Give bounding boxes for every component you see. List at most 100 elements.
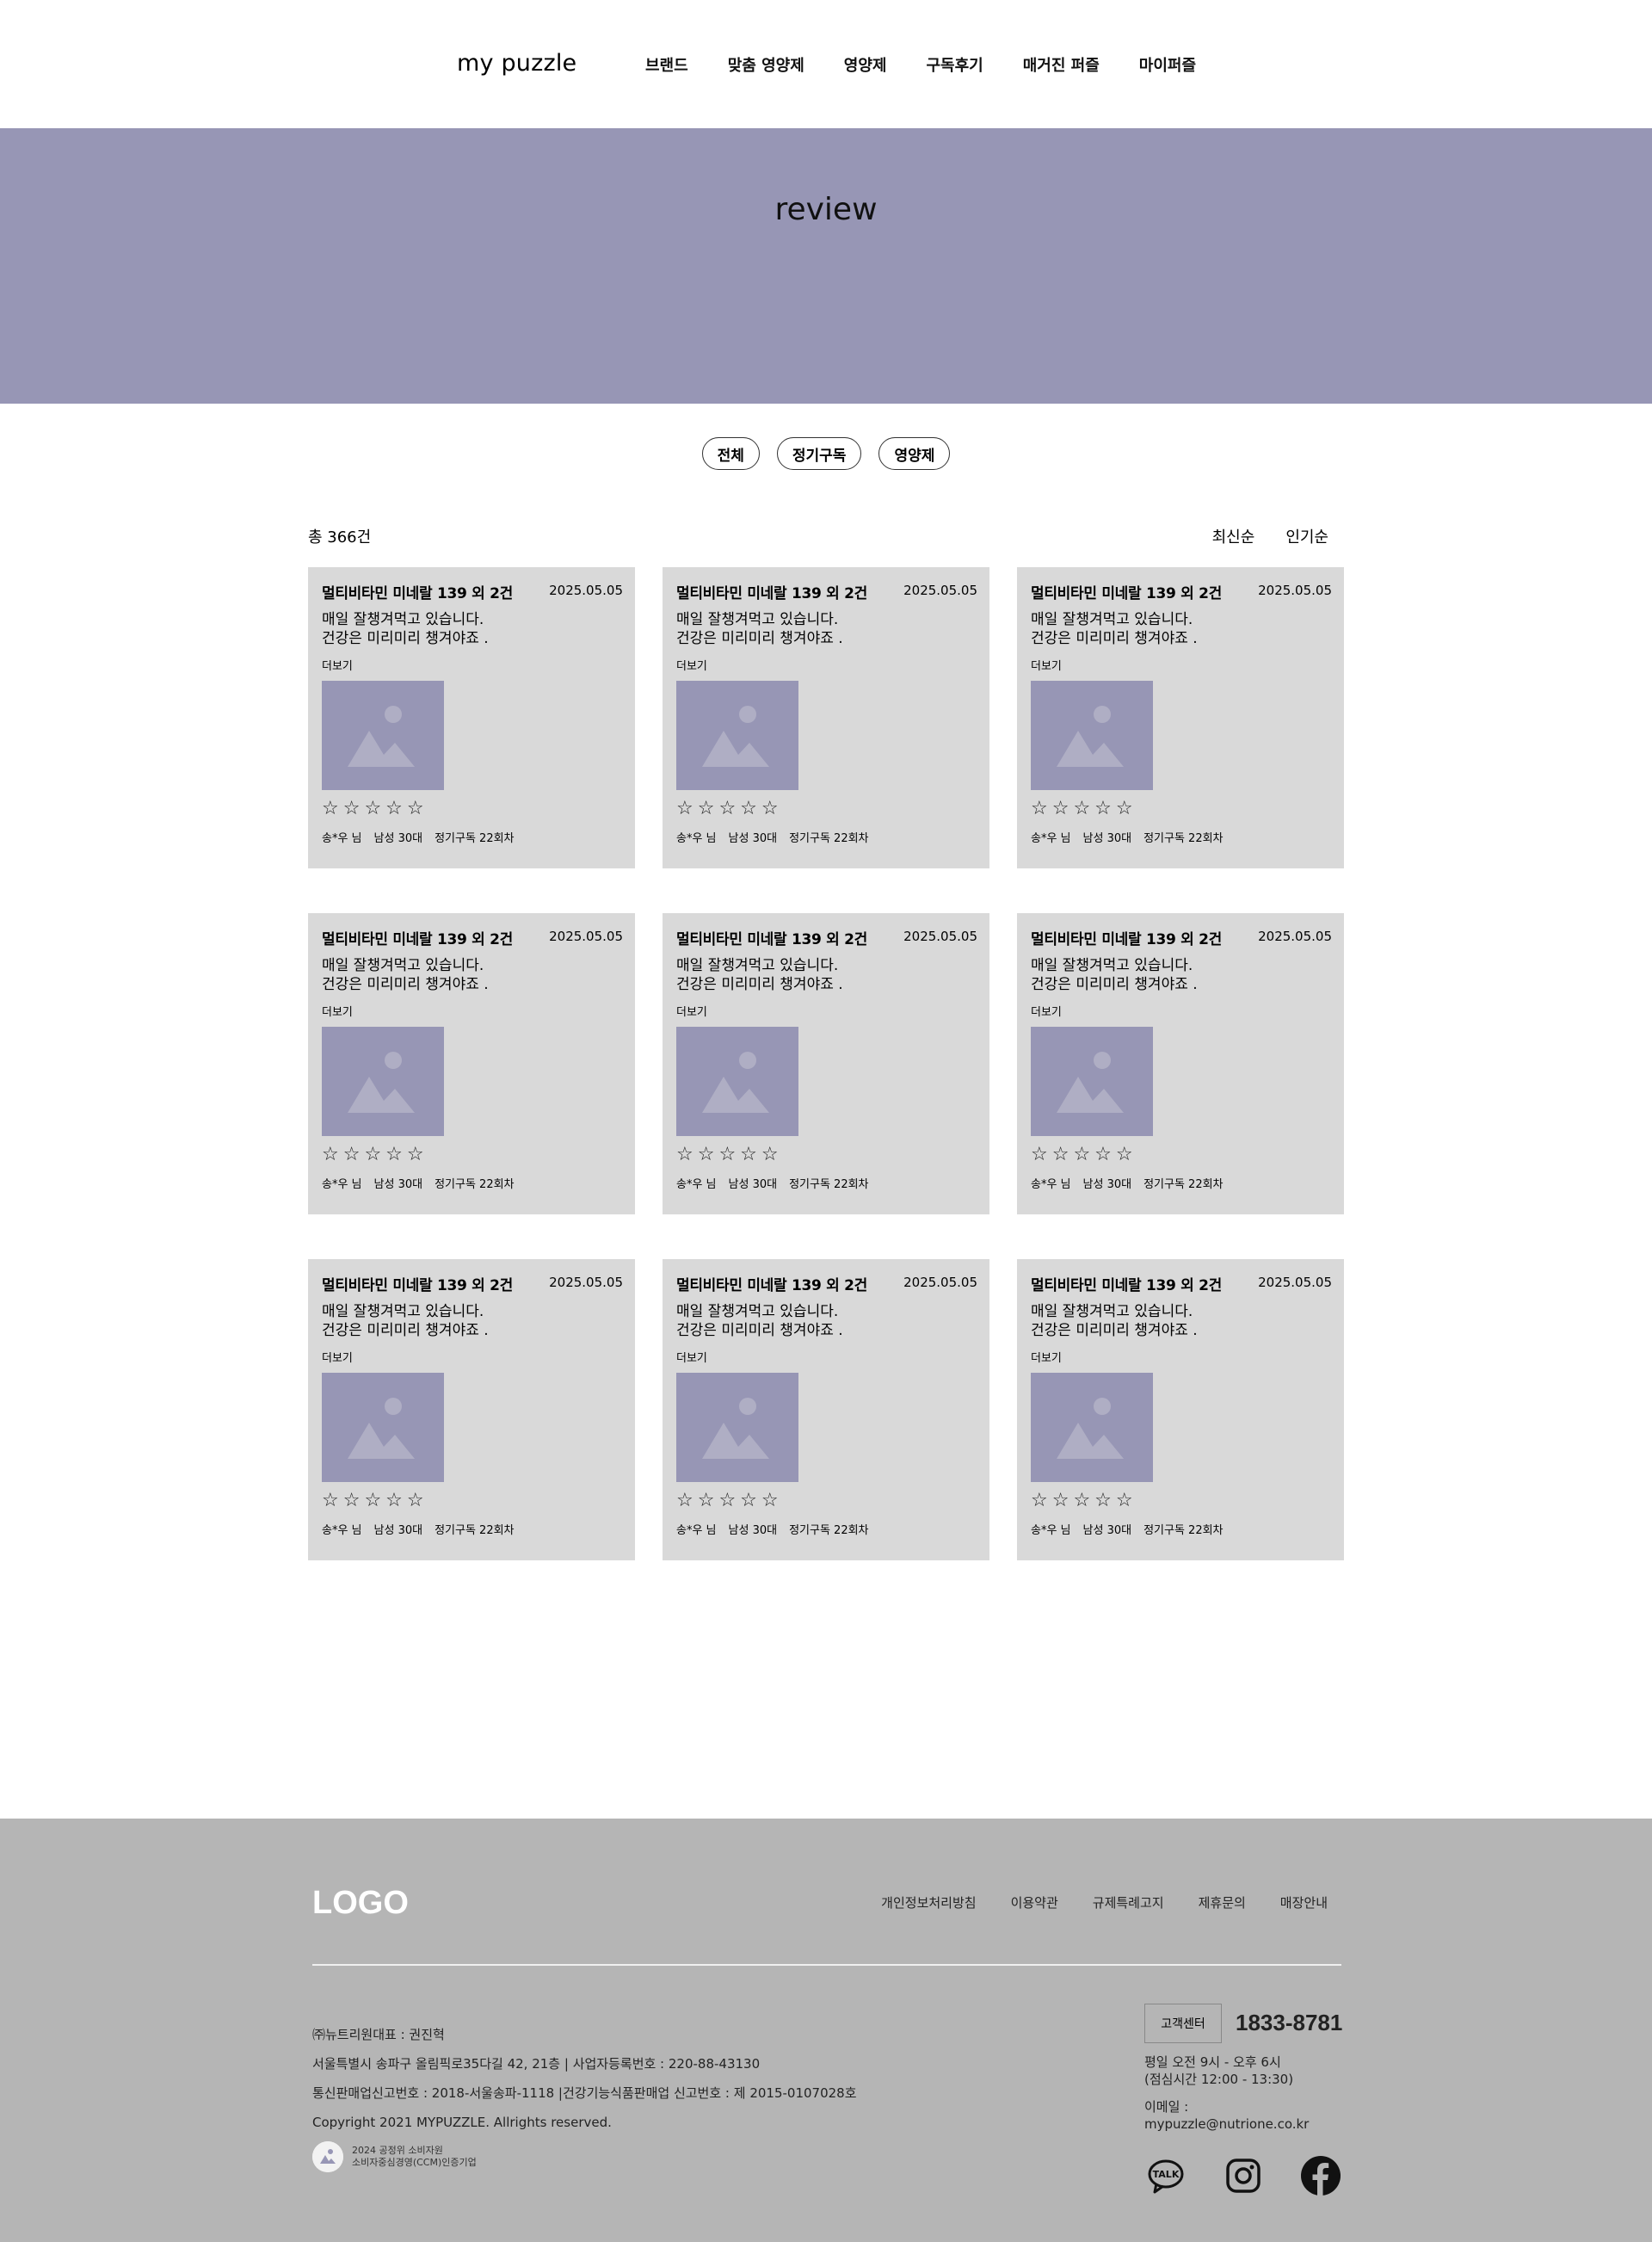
nav-item-brand[interactable]: 브랜드 <box>645 53 688 76</box>
reviewer-name: 송*우 님 <box>676 1524 717 1537</box>
nav-item-my-puzzle[interactable]: 마이퍼즐 <box>1139 53 1196 76</box>
review-card[interactable]: 멀티비타민 미네랄 139 외 2건 2025.05.05 매일 잘챙겨먹고 있… <box>308 567 635 868</box>
filter-subscription-button[interactable]: 정기구독 <box>776 437 862 470</box>
reviewer-name: 송*우 님 <box>1031 1178 1071 1191</box>
subscription-count: 정기구독 22회차 <box>789 832 869 845</box>
review-text: 매일 잘챙겨먹고 있습니다. 건강은 미리미리 챙겨야죠 . <box>676 610 843 648</box>
review-card[interactable]: 멀티비타민 미네랄 139 외 2건 2025.05.05 매일 잘챙겨먹고 있… <box>308 1259 635 1560</box>
company-address: 서울특별시 송파구 올림픽로35다길 42, 21층 | 사업자등록번호 : 2… <box>312 2056 761 2072</box>
review-product-title: 멀티비타민 미네랄 139 외 2건 <box>1031 585 1222 602</box>
filter-all-button[interactable]: 전체 <box>701 437 760 470</box>
review-more-link[interactable]: 더보기 <box>1031 657 1062 673</box>
nav-item-magazine[interactable]: 매거진 퍼즐 <box>1023 53 1100 76</box>
review-image-placeholder-icon[interactable] <box>1031 1373 1153 1482</box>
review-date: 2025.05.05 <box>549 929 623 944</box>
review-text-line: 매일 잘챙겨먹고 있습니다. <box>1031 1303 1193 1320</box>
review-meta: 송*우 님 남성 30대 정기구독 22회차 <box>676 1175 869 1191</box>
review-grid: 멀티비타민 미네랄 139 외 2건 2025.05.05 매일 잘챙겨먹고 있… <box>308 567 1345 1560</box>
review-product-title: 멀티비타민 미네랄 139 외 2건 <box>322 931 513 948</box>
hours-line: 평일 오전 9시 - 오후 6시 <box>1144 2054 1281 2070</box>
site-logo[interactable]: my puzzle <box>457 50 576 77</box>
review-text-line: 매일 잘챙겨먹고 있습니다. <box>322 1303 484 1320</box>
review-more-link[interactable]: 더보기 <box>1031 1003 1062 1019</box>
review-meta: 송*우 님 남성 30대 정기구독 22회차 <box>322 1521 515 1537</box>
kakaotalk-icon[interactable]: TALK <box>1144 2154 1187 2197</box>
review-image-placeholder-icon[interactable] <box>1031 1027 1153 1136</box>
review-more-link[interactable]: 더보기 <box>322 1003 353 1019</box>
rating-stars: ☆☆☆☆☆ <box>322 798 428 819</box>
review-count: 총 366건 <box>308 528 372 547</box>
page-title: review <box>774 192 878 227</box>
review-text: 매일 잘챙겨먹고 있습니다. 건강은 미리미리 챙겨야죠 . <box>322 1302 489 1340</box>
sort-popular-button[interactable]: 인기순 <box>1285 525 1328 547</box>
review-more-link[interactable]: 더보기 <box>676 657 707 673</box>
footer-link-stores[interactable]: 매장안내 <box>1280 1893 1328 1912</box>
review-more-link[interactable]: 더보기 <box>676 1349 707 1365</box>
customer-center-button[interactable]: 고객센터 <box>1144 2004 1222 2043</box>
review-text-line: 매일 잘챙겨먹고 있습니다. <box>1031 957 1193 974</box>
subscription-count: 정기구독 22회차 <box>1143 832 1224 845</box>
ccm-text: 2024 공정위 소비자원 소비자중심경영(CCM)인증기업 <box>352 2145 477 2169</box>
review-text: 매일 잘챙겨먹고 있습니다. 건강은 미리미리 챙겨야죠 . <box>322 956 489 994</box>
filter-supplement-button[interactable]: 영양제 <box>878 437 951 470</box>
review-meta: 송*우 님 남성 30대 정기구독 22회차 <box>322 829 515 845</box>
ccm-line: 소비자중심경영(CCM)인증기업 <box>352 2157 477 2168</box>
review-card[interactable]: 멀티비타민 미네랄 139 외 2건 2025.05.05 매일 잘챙겨먹고 있… <box>1017 1259 1344 1560</box>
subscription-count: 정기구독 22회차 <box>435 1178 515 1191</box>
review-meta: 송*우 님 남성 30대 정기구독 22회차 <box>676 1521 869 1537</box>
footer-link-partnership[interactable]: 제휴문의 <box>1199 1893 1246 1912</box>
review-more-link[interactable]: 더보기 <box>322 657 353 673</box>
sort-options: 최신순 인기순 <box>1212 525 1328 547</box>
review-text-line: 건강은 미리미리 챙겨야죠 . <box>676 976 843 993</box>
review-image-placeholder-icon[interactable] <box>1031 681 1153 790</box>
review-image-placeholder-icon[interactable] <box>676 1373 798 1482</box>
review-card[interactable]: 멀티비타민 미네랄 139 외 2건 2025.05.05 매일 잘챙겨먹고 있… <box>1017 567 1344 868</box>
footer-link-regulation[interactable]: 규제특례고지 <box>1093 1893 1164 1912</box>
review-text: 매일 잘챙겨먹고 있습니다. 건강은 미리미리 챙겨야죠 . <box>1031 1302 1198 1340</box>
footer-link-terms[interactable]: 이용약관 <box>1011 1893 1058 1912</box>
review-text-line: 매일 잘챙겨먹고 있습니다. <box>1031 611 1193 628</box>
review-text-line: 건강은 미리미리 챙겨야죠 . <box>322 630 489 647</box>
email-address[interactable]: mypuzzle@nutrione.co.kr <box>1144 2115 1309 2133</box>
sort-latest-button[interactable]: 최신순 <box>1212 525 1255 547</box>
review-card[interactable]: 멀티비타민 미네랄 139 외 2건 2025.05.05 매일 잘챙겨먹고 있… <box>663 1259 989 1560</box>
reviewer-profile: 남성 30대 <box>1082 1524 1132 1537</box>
ccm-badge-icon <box>312 2141 343 2172</box>
review-text-line: 매일 잘챙겨먹고 있습니다. <box>322 957 484 974</box>
review-date: 2025.05.05 <box>549 1275 623 1290</box>
rating-stars: ☆☆☆☆☆ <box>1031 798 1137 819</box>
rating-stars: ☆☆☆☆☆ <box>1031 1144 1137 1165</box>
review-more-link[interactable]: 더보기 <box>322 1349 353 1365</box>
review-text-line: 매일 잘챙겨먹고 있습니다. <box>676 611 839 628</box>
instagram-icon[interactable] <box>1222 2154 1265 2197</box>
review-image-placeholder-icon[interactable] <box>322 681 444 790</box>
review-image-placeholder-icon[interactable] <box>676 1027 798 1136</box>
review-more-link[interactable]: 더보기 <box>676 1003 707 1019</box>
review-text-line: 건강은 미리미리 챙겨야죠 . <box>676 630 843 647</box>
footer-link-privacy[interactable]: 개인정보처리방침 <box>881 1893 976 1912</box>
review-more-link[interactable]: 더보기 <box>1031 1349 1062 1365</box>
review-image-placeholder-icon[interactable] <box>322 1027 444 1136</box>
site-footer: LOGO 개인정보처리방침 이용약관 규제특례고지 제휴문의 매장안내 ㈜뉴트리… <box>0 1819 1652 2242</box>
nav-item-reviews[interactable]: 구독후기 <box>926 53 983 76</box>
reviewer-profile: 남성 30대 <box>1082 832 1132 845</box>
nav-item-custom-supplement[interactable]: 맞춤 영양제 <box>728 53 804 76</box>
review-card[interactable]: 멀티비타민 미네랄 139 외 2건 2025.05.05 매일 잘챙겨먹고 있… <box>663 567 989 868</box>
email-label: 이메일 : <box>1144 2099 1189 2115</box>
review-card[interactable]: 멀티비타민 미네랄 139 외 2건 2025.05.05 매일 잘챙겨먹고 있… <box>663 913 989 1214</box>
review-image-placeholder-icon[interactable] <box>322 1373 444 1482</box>
review-card[interactable]: 멀티비타민 미네랄 139 외 2건 2025.05.05 매일 잘챙겨먹고 있… <box>308 913 635 1214</box>
facebook-icon[interactable] <box>1299 2154 1342 2197</box>
footer-logo[interactable]: LOGO <box>312 1885 409 1922</box>
company-license: 통신판매업신고번호 : 2018-서울송파-1118 |건강기능식품판매업 신고… <box>312 2085 857 2101</box>
reviewer-profile: 남성 30대 <box>728 832 778 845</box>
review-card[interactable]: 멀티비타민 미네랄 139 외 2건 2025.05.05 매일 잘챙겨먹고 있… <box>1017 913 1344 1214</box>
reviewer-profile: 남성 30대 <box>728 1178 778 1191</box>
rating-stars: ☆☆☆☆☆ <box>676 1490 783 1511</box>
nav-item-supplement[interactable]: 영양제 <box>844 53 887 76</box>
review-image-placeholder-icon[interactable] <box>676 681 798 790</box>
rating-stars: ☆☆☆☆☆ <box>1031 1490 1137 1511</box>
reviewer-name: 송*우 님 <box>1031 1524 1071 1537</box>
site-header: my puzzle 브랜드 맞춤 영양제 영양제 구독후기 매거진 퍼즐 마이퍼… <box>0 0 1652 128</box>
review-product-title: 멀티비타민 미네랄 139 외 2건 <box>322 585 513 602</box>
